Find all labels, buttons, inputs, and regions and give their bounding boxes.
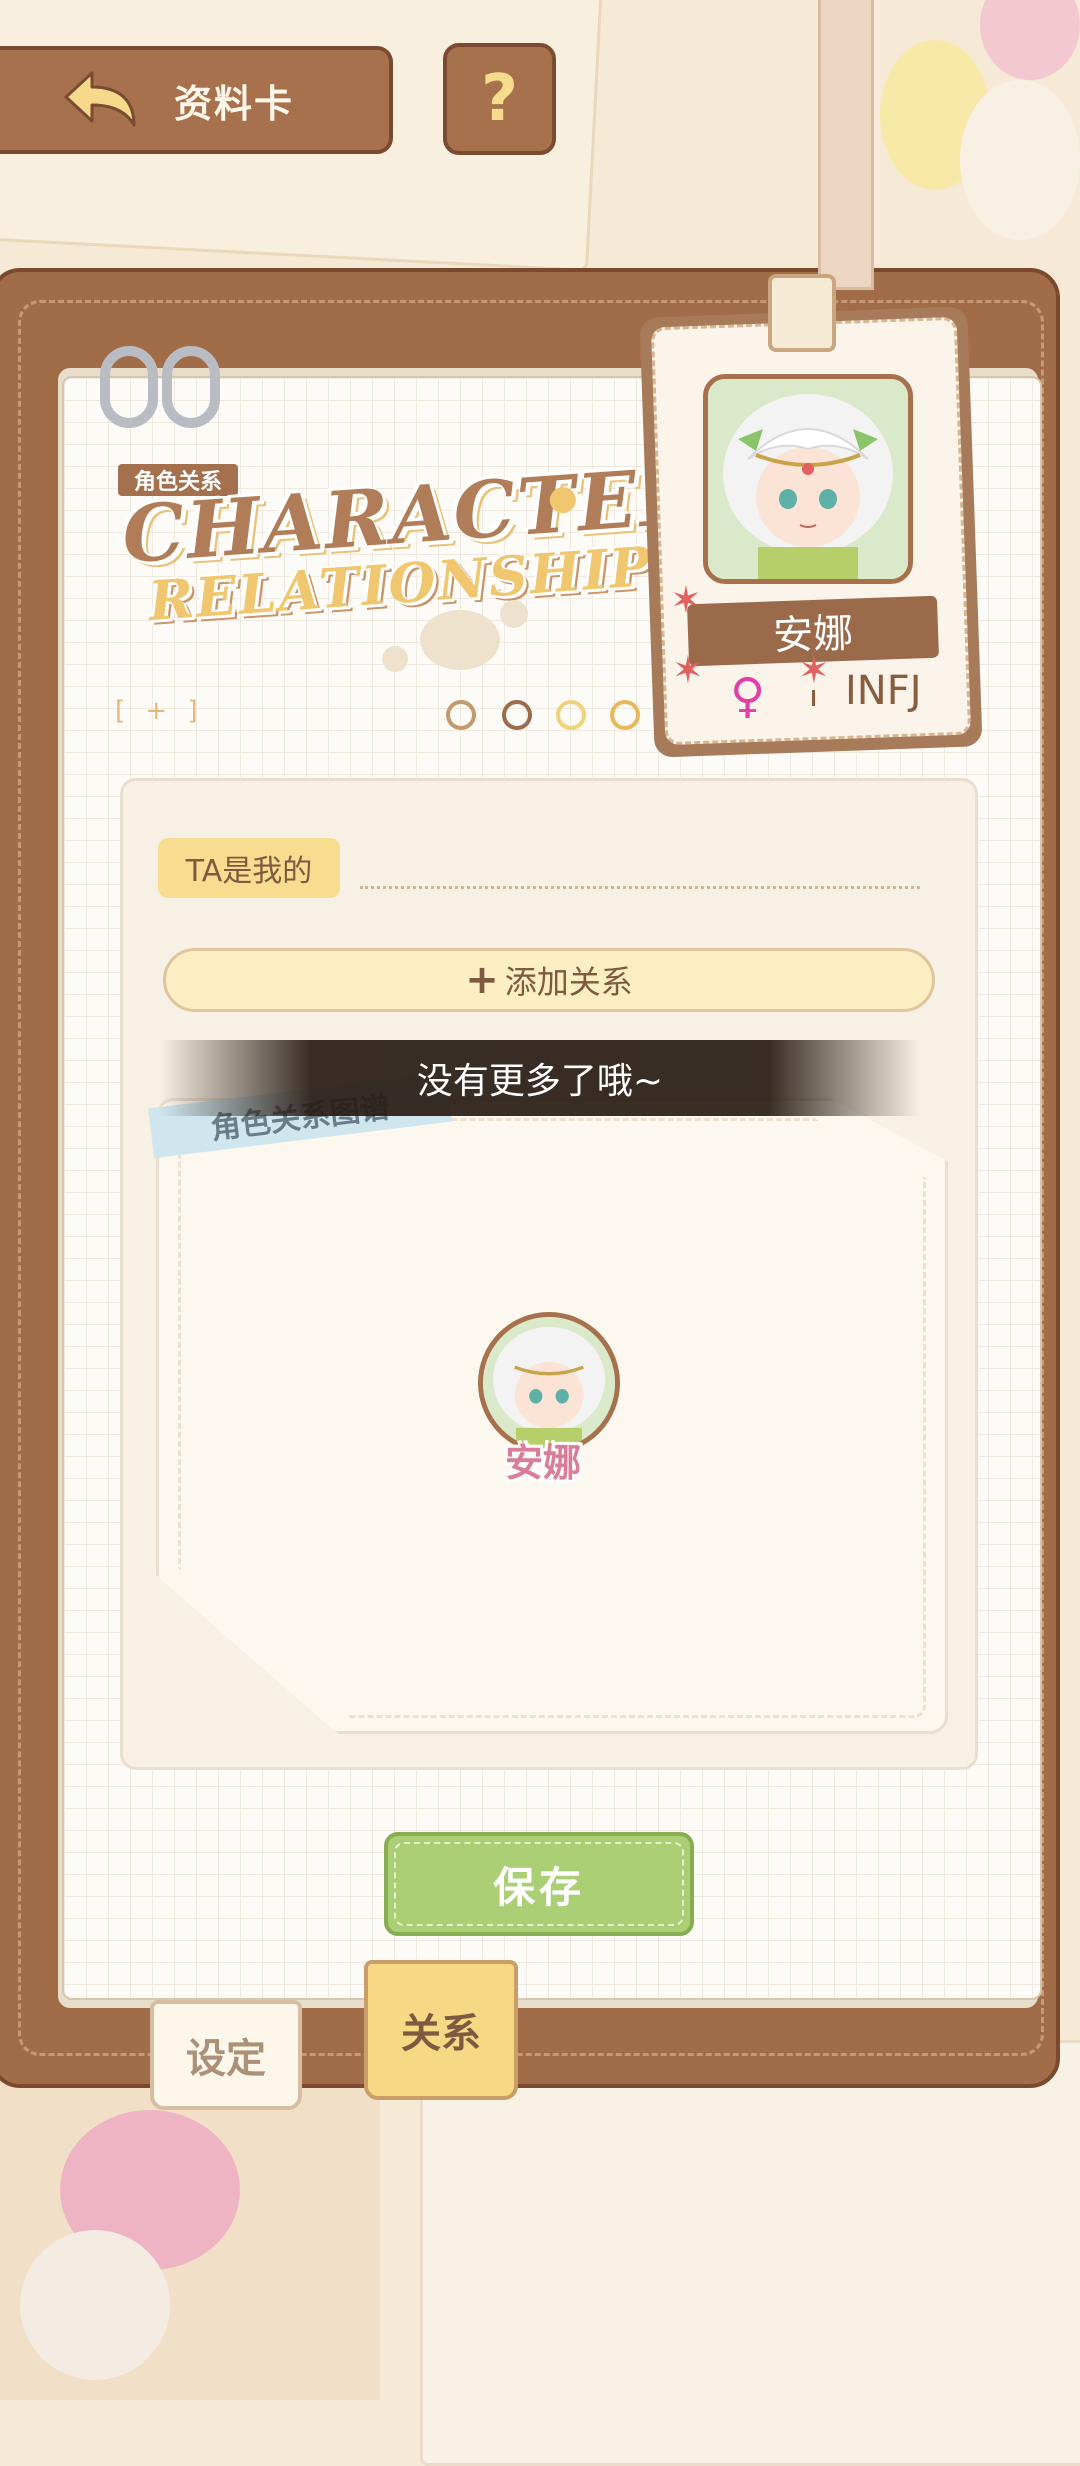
- decorative-blob: [382, 646, 408, 672]
- drop-dot-icon: [556, 700, 586, 730]
- background-paper: [420, 2040, 1080, 2466]
- save-button[interactable]: 保存: [384, 1832, 694, 1936]
- plus-icon: +: [465, 957, 499, 1003]
- decorative-blob: [420, 610, 500, 670]
- character-avatar: [703, 374, 913, 584]
- bracket-decoration: [ + ]: [115, 696, 204, 726]
- female-gender-icon: ♀: [730, 668, 766, 724]
- graph-node-name: 安娜: [505, 1441, 582, 1485]
- lanyard-strap: [818, 0, 874, 290]
- tab-settings[interactable]: 设定: [150, 2000, 302, 2110]
- star-icon: ✶: [670, 578, 702, 622]
- add-relation-label: 添加关系: [504, 963, 633, 1001]
- balloon-decoration: [20, 2230, 170, 2380]
- mbti-type: INFJ: [845, 668, 922, 714]
- back-button-label: 资料卡: [174, 81, 295, 126]
- paw-icon: ●: [548, 478, 578, 518]
- back-button[interactable]: 资料卡: [0, 46, 393, 154]
- tab-relations[interactable]: 关系: [364, 1960, 518, 2100]
- binder-ring-icon: [162, 346, 220, 428]
- decorative-blob: [500, 600, 528, 628]
- back-arrow-icon: [64, 71, 136, 127]
- toast-message: 没有更多了哦~: [160, 1040, 920, 1116]
- help-button[interactable]: ?: [443, 43, 556, 155]
- heart-dot-icon: [446, 700, 476, 730]
- lanyard-clip: [768, 274, 836, 352]
- relation-type-label: TA是我的: [158, 838, 340, 898]
- balloon-decoration: [960, 80, 1080, 240]
- balloon-decoration: [980, 0, 1080, 80]
- character-portrait-icon: [708, 379, 908, 579]
- divider: [812, 690, 815, 706]
- star-icon: ✶: [672, 648, 704, 692]
- character-portrait-icon: [483, 1317, 615, 1449]
- binder-ring-icon: [100, 346, 158, 428]
- add-relation-button[interactable]: + 添加关系: [163, 948, 935, 1012]
- star-icon: ✶: [798, 648, 830, 692]
- circle-dot-icon: [610, 700, 640, 730]
- relation-type-field[interactable]: [360, 886, 920, 889]
- drop-dot-icon: [502, 700, 532, 730]
